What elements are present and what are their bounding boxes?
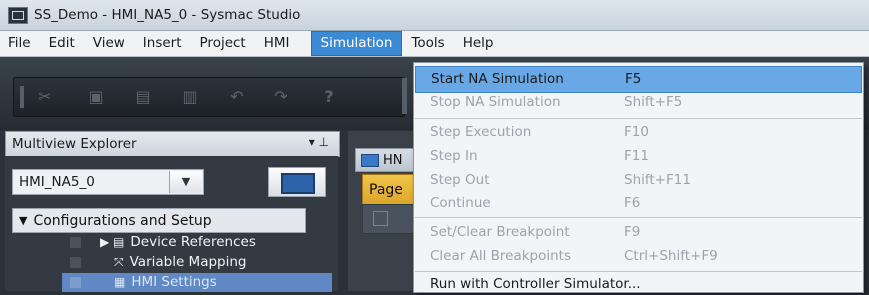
sysmac-app-icon (8, 6, 28, 24)
menu-tools[interactable]: Tools (402, 31, 453, 56)
tree-item-device-references-content: ▶ ▤ Device References (100, 233, 256, 252)
tree-item-label: Variable Mapping (129, 254, 247, 270)
toolbar-separator (402, 78, 407, 114)
copy-icon[interactable]: ▣ (87, 88, 105, 106)
menu-item-label: Continue (430, 195, 491, 211)
menu-item-label: Step Execution (430, 124, 532, 140)
edit-toolstrip: ✂ ▣ ▤ ▥ ↶ ↷ ? (13, 77, 405, 117)
menu-item-shortcut: F11 (624, 148, 649, 164)
menu-item-set-clear-breakpoint[interactable]: Set/Clear Breakpoint F9 (415, 220, 862, 245)
menu-item-shortcut: F10 (624, 124, 649, 140)
delete-icon[interactable]: ▥ (181, 88, 199, 106)
configurations-setup-label: Configurations and Setup (33, 212, 212, 229)
menu-item-shortcut: F5 (625, 71, 642, 87)
help-icon[interactable]: ? (320, 88, 338, 106)
menu-project[interactable]: Project (191, 31, 255, 56)
menu-item-stop-na-simulation[interactable]: Stop NA Simulation Shift+F5 (415, 90, 862, 115)
tree-marker (70, 257, 81, 268)
tree-item-hmi-settings-content: ▦ HMI Settings (114, 273, 217, 292)
menu-bar: File Edit View Insert Project HMI Simula… (0, 31, 869, 57)
hmi-document-icon (361, 153, 379, 167)
page-tool-icon[interactable] (373, 211, 388, 226)
explorer-title: Multiview Explorer (12, 136, 137, 152)
menu-item-step-in[interactable]: Step In F11 (415, 144, 862, 169)
device-select[interactable]: HMI_NA5_0 ▼ (12, 169, 204, 195)
toolstrip-grip[interactable] (20, 86, 24, 108)
menu-separator (415, 118, 862, 119)
menu-help[interactable]: Help (454, 31, 503, 56)
simulation-dropdown-menu: Start NA Simulation F5 Stop NA Simulatio… (413, 62, 864, 293)
tree-item-label: Device References (130, 234, 256, 250)
redo-icon[interactable]: ↷ (272, 88, 290, 106)
menu-separator (415, 217, 862, 218)
menu-simulation[interactable]: Simulation (310, 31, 403, 56)
tree-item-label: HMI Settings (131, 274, 217, 290)
collapse-triangle-icon[interactable]: ▼ (19, 214, 27, 227)
menu-file[interactable]: File (0, 31, 40, 56)
menu-item-shortcut: F9 (624, 224, 641, 240)
menu-item-clear-all-breakpoints[interactable]: Clear All Breakpoints Ctrl+Shift+F9 (415, 244, 862, 269)
expand-arrow-icon: ▶ ▤ (100, 235, 125, 249)
tree-item-device-references[interactable]: ▶ ▤ Device References (0, 233, 340, 252)
menu-insert[interactable]: Insert (134, 31, 191, 56)
tree-item-variable-mapping-content: ⤧ Variable Mapping (114, 253, 247, 272)
menu-item-continue[interactable]: Continue F6 (415, 191, 862, 216)
menu-item-start-na-simulation[interactable]: Start NA Simulation F5 (415, 66, 862, 93)
hmi-device-icon (281, 173, 315, 194)
page-tab-label: Page (369, 182, 403, 198)
menu-item-label: Run with Controller Simulator... (430, 276, 641, 292)
hmi-settings-icon: ▦ (114, 275, 126, 289)
menu-item-label: Stop NA Simulation (430, 94, 561, 110)
menu-item-step-execution[interactable]: Step Execution F10 (415, 120, 862, 145)
paste-icon[interactable]: ▤ (134, 88, 152, 106)
device-select-value: HMI_NA5_0 (19, 174, 95, 190)
tree-item-variable-mapping[interactable]: ⤧ Variable Mapping (0, 253, 340, 272)
menu-item-label: Clear All Breakpoints (430, 248, 571, 264)
menu-item-shortcut: Ctrl+Shift+F9 (624, 248, 718, 264)
variable-mapping-icon: ⤧ (114, 255, 124, 269)
device-display-button[interactable] (268, 167, 326, 197)
menu-view[interactable]: View (84, 31, 134, 56)
cut-icon[interactable]: ✂ (36, 88, 54, 106)
menu-edit[interactable]: Edit (40, 31, 84, 56)
tree-marker (70, 237, 81, 248)
menu-item-label: Set/Clear Breakpoint (430, 224, 570, 240)
menu-item-label: Step In (430, 148, 478, 164)
menu-item-label: Start NA Simulation (431, 71, 564, 87)
configurations-setup-node[interactable]: ▼ Configurations and Setup (12, 208, 306, 233)
undo-icon[interactable]: ↶ (228, 88, 246, 106)
tree-marker (70, 277, 81, 288)
menu-item-shortcut: Shift+F5 (624, 94, 683, 110)
menu-item-label: Step Out (430, 172, 490, 188)
document-tab-label: HN (383, 152, 403, 168)
menu-item-run-with-controller-simulator[interactable]: Run with Controller Simulator... (415, 273, 862, 292)
menu-separator (415, 271, 862, 272)
explorer-header: Multiview Explorer ▾ ⊥ (5, 131, 340, 157)
menu-item-step-out[interactable]: Step Out Shift+F11 (415, 168, 862, 193)
title-bar: SS_Demo - HMI_NA5_0 - Sysmac Studio (0, 0, 869, 31)
menu-item-shortcut: Shift+F11 (624, 172, 691, 188)
menu-hmi[interactable]: HMI (255, 31, 299, 56)
tree-item-hmi-settings[interactable]: ▦ HMI Settings (0, 273, 340, 292)
menu-item-shortcut: F6 (624, 195, 641, 211)
window-title: SS_Demo - HMI_NA5_0 - Sysmac Studio (34, 7, 301, 23)
pin-icon[interactable]: ▾ ⊥ (309, 135, 329, 149)
chevron-down-icon[interactable]: ▼ (169, 171, 202, 193)
